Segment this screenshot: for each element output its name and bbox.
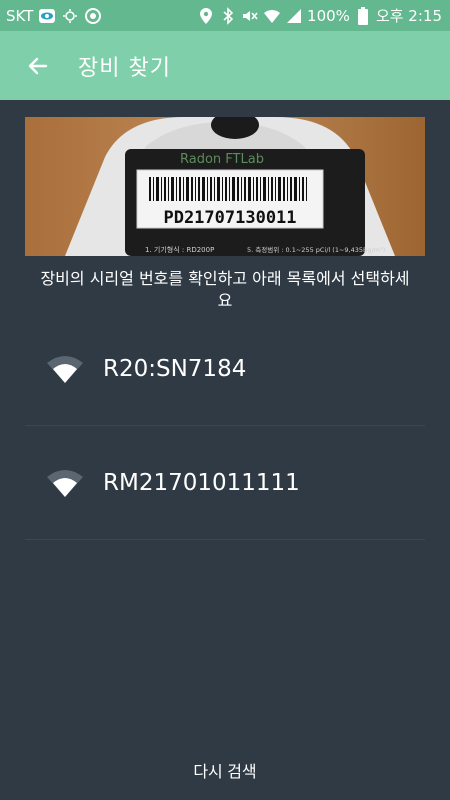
arrow-left-icon [28, 57, 48, 74]
device-label-image: Radon FTLab PD21707130011 1. 기기형식 : RD20… [25, 117, 425, 256]
page-title: 장비 찾기 [78, 55, 171, 81]
battery-icon [354, 6, 372, 25]
eye-icon [38, 7, 56, 25]
wifi-signal-icon [47, 355, 83, 383]
rescan-button[interactable]: 다시 검색 [0, 752, 450, 788]
device-name: R20:SN7184 [103, 355, 247, 382]
wifi-icon [263, 7, 281, 25]
device-name: RM21701011111 [103, 469, 300, 496]
clock-label: 오후 2:15 [375, 7, 442, 25]
status-right: 100% 오후 2:15 [197, 5, 450, 26]
signal-icon [285, 7, 303, 25]
device-list: R20:SN7184 RM21701011111 [25, 312, 425, 540]
status-bar: SKT 100% 오후 2:15 [0, 0, 450, 31]
mute-icon [241, 7, 259, 25]
status-left: SKT [0, 7, 102, 25]
device-item[interactable]: R20:SN7184 [25, 312, 425, 426]
carrier-label: SKT [6, 6, 34, 25]
device-item[interactable]: RM21701011111 [25, 426, 425, 540]
brand-text: Radon FTLab [180, 152, 264, 167]
device-photo: Radon FTLab PD21707130011 1. 기기형식 : RD20… [25, 117, 425, 256]
battery-label: 100% [307, 6, 350, 25]
spec-text-left: 1. 기기형식 : RD200P [145, 245, 214, 254]
instruction-text: 장비의 시리얼 번호를 확인하고 아래 목록에서 선택하세요 [40, 269, 410, 310]
bluetooth-icon [219, 6, 237, 25]
alarm-icon [84, 7, 102, 25]
wifi-signal-icon [47, 469, 83, 497]
spec-text-right: 5. 측정범위 : 0.1~255 pCi/l (1~9,435Bq/m³) [247, 245, 385, 254]
back-button[interactable] [8, 31, 68, 100]
location-icon [197, 7, 215, 25]
sync-icon [61, 7, 79, 25]
app-bar: 장비 찾기 [0, 31, 450, 100]
serial-text: PD21707130011 [163, 208, 296, 228]
